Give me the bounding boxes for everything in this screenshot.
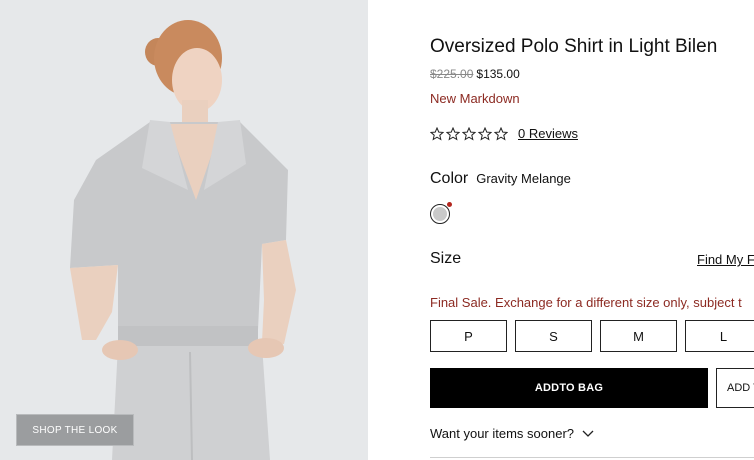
- markdown-badge: New Markdown: [430, 91, 520, 106]
- final-sale-notice: Final Sale. Exchange for a different siz…: [430, 295, 742, 310]
- star-outline-icon: [446, 126, 460, 141]
- rating: 0 Reviews: [430, 126, 578, 141]
- model-illustration: [0, 0, 368, 460]
- color-selector: Color Gravity Melange: [430, 170, 571, 188]
- selected-color: Gravity Melange: [476, 171, 571, 186]
- star-outline-icon: [462, 126, 476, 141]
- add-to-bag-button[interactable]: ADDTO BAG: [430, 368, 708, 408]
- swatch-fill: [433, 207, 447, 221]
- delivery-options-toggle[interactable]: Want your items sooner?: [430, 426, 594, 441]
- size-option-s[interactable]: S: [515, 320, 592, 352]
- size-option-m[interactable]: M: [600, 320, 677, 352]
- find-my-fit-link[interactable]: Find My F: [697, 252, 754, 267]
- delivery-options-label: Want your items sooner?: [430, 426, 575, 441]
- size-label: Size: [430, 250, 462, 267]
- star-rating: [430, 126, 508, 141]
- size-option-p[interactable]: P: [430, 320, 507, 352]
- product-image[interactable]: SHOP THE LOOK: [0, 0, 368, 460]
- price: $225.00 $135.00: [430, 67, 520, 81]
- star-outline-icon: [430, 126, 444, 141]
- size-options: P S M L: [430, 320, 754, 352]
- star-outline-icon: [478, 126, 492, 141]
- add-secondary-button[interactable]: ADD T: [716, 368, 754, 408]
- product-title: Oversized Polo Shirt in Light Bilen: [430, 36, 718, 57]
- original-price: $225.00: [430, 67, 474, 81]
- size-option-l[interactable]: L: [685, 320, 754, 352]
- divider: [430, 457, 754, 458]
- markdown-dot-icon: [447, 202, 452, 207]
- chevron-down-icon: [582, 430, 594, 437]
- star-outline-icon: [494, 126, 508, 141]
- color-label: Color: [430, 170, 469, 187]
- reviews-link[interactable]: 0 Reviews: [518, 126, 578, 141]
- product-details: Oversized Polo Shirt in Light Bilen $225…: [430, 0, 754, 460]
- shop-the-look-button[interactable]: SHOP THE LOOK: [16, 414, 134, 446]
- color-swatch[interactable]: [430, 202, 452, 224]
- sale-price: $135.00: [476, 67, 520, 81]
